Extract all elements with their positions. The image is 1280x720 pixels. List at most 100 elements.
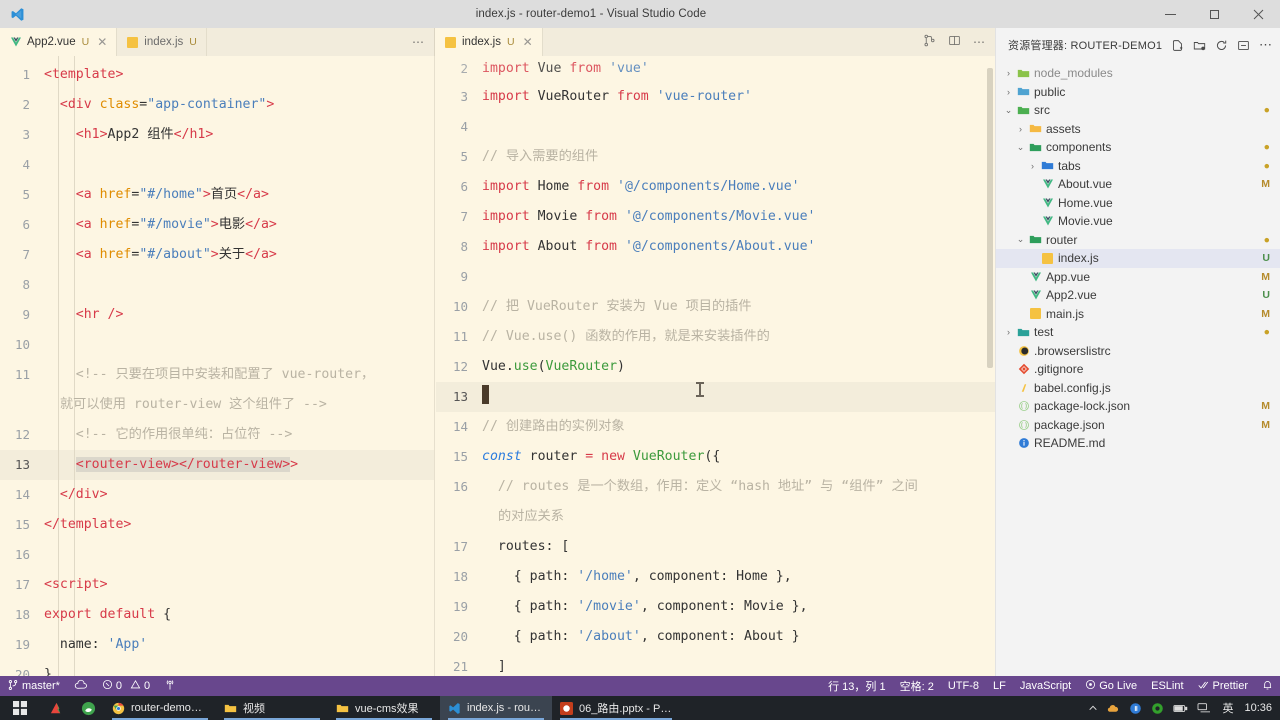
code-line[interactable]: 13 <router-view></router-view>> — [0, 450, 434, 480]
tree-item-assets[interactable]: › assets — [996, 120, 1280, 139]
tree-item-app-vue[interactable]: App.vue M — [996, 268, 1280, 287]
taskbar-app-4[interactable]: index.js - router-de... — [440, 696, 552, 720]
tree-item-public[interactable]: › public — [996, 83, 1280, 102]
code-line[interactable]: 10 // 把 VueRouter 安装为 Vue 项目的插件 — [436, 292, 995, 322]
code-line[interactable]: 6 import Home from '@/components/Home.vue… — [436, 172, 995, 202]
chevron-toggle-icon[interactable]: › — [1026, 161, 1039, 171]
code-line[interactable]: 10 — [0, 330, 434, 360]
code-line[interactable]: 6 <a href="#/movie">电影</a> — [0, 210, 434, 240]
editor-app2-vue[interactable]: 1 <template> 2 <div class="app-container">… — [0, 56, 435, 676]
code-line[interactable]: 1 <template> — [0, 60, 434, 90]
code-line[interactable]: 2 import Vue from 'vue' — [436, 60, 995, 82]
battery-icon[interactable] — [1173, 703, 1188, 714]
status-indentation[interactable]: 空格: 2 — [893, 676, 941, 696]
code-line[interactable]: 16 // routes 是一个数组，作用：定义 “hash 地址” 与 “组件… — [436, 472, 995, 532]
tab-app2-vue[interactable]: App2.vue U ✕ — [0, 28, 118, 56]
refresh-icon[interactable] — [1215, 39, 1228, 52]
code-line[interactable]: 15 const router = new VueRouter({ — [436, 442, 995, 472]
code-line[interactable]: 18 export default { — [0, 600, 434, 630]
tree-item-src[interactable]: ⌄ src ● — [996, 101, 1280, 120]
more-actions-icon[interactable]: ⋯ — [412, 35, 424, 49]
chevron-toggle-icon[interactable]: ⌄ — [1014, 234, 1027, 245]
code-line[interactable]: 20} — [0, 660, 434, 676]
code-line[interactable]: 4 — [436, 112, 995, 142]
tree-item-babel-config-js[interactable]: babel.config.js — [996, 379, 1280, 398]
tree-item-home-vue[interactable]: Home.vue — [996, 194, 1280, 213]
code-line[interactable]: 16 — [0, 540, 434, 570]
status-branch[interactable]: master* — [0, 676, 67, 696]
tree-item-movie-vue[interactable]: Movie.vue — [996, 212, 1280, 231]
tab-close-icon[interactable]: ✕ — [97, 35, 107, 49]
tree-item-app2-vue[interactable]: App2.vue U — [996, 286, 1280, 305]
code-line[interactable]: 18 { path: '/home', component: Home }, — [436, 562, 995, 592]
code-line[interactable]: 19 name: 'App' — [0, 630, 434, 660]
code-line[interactable]: 4 — [0, 150, 434, 180]
headset-icon[interactable] — [1129, 702, 1142, 715]
tree-item-main-js[interactable]: main.js M — [996, 305, 1280, 324]
taskbar-app-1[interactable]: router-demo1 - Go... — [104, 696, 216, 720]
code-line[interactable]: 11 // Vue.use() 函数的作用，就是来安装插件的 — [436, 322, 995, 352]
code-line[interactable]: 20 { path: '/about', component: About } — [436, 622, 995, 652]
code-line[interactable]: 3 <h1>App2 组件</h1> — [0, 120, 434, 150]
code-line[interactable]: 12 Vue.use(VueRouter) — [436, 352, 995, 382]
taskbar-clock[interactable]: 10:36 — [1242, 702, 1272, 714]
tab-index-js-group2[interactable]: index.js U ✕ — [435, 28, 543, 56]
code-line[interactable]: 12 <!-- 它的作用很单纯：占位符 --> — [0, 420, 434, 450]
tree-item-index-js[interactable]: index.js U — [996, 249, 1280, 268]
code-line[interactable]: 15 </template> — [0, 510, 434, 540]
tree-item-browserslistrc[interactable]: .browserslistrc — [996, 342, 1280, 361]
status-language-mode[interactable]: JavaScript — [1013, 676, 1078, 696]
chevron-toggle-icon[interactable]: ⌄ — [1014, 142, 1027, 153]
tree-item-gitignore[interactable]: .gitignore — [996, 360, 1280, 379]
chevron-toggle-icon[interactable]: ⌄ — [1002, 105, 1015, 116]
status-sync[interactable] — [67, 676, 95, 696]
tree-item-package-json[interactable]: package.json M — [996, 416, 1280, 435]
chevron-toggle-icon[interactable]: › — [1014, 124, 1027, 134]
network-icon[interactable] — [1197, 702, 1211, 714]
windows-start-icon[interactable] — [0, 701, 40, 715]
split-editor-icon[interactable] — [923, 34, 936, 50]
taskbar-pinned-icon-1[interactable] — [40, 701, 72, 716]
tree-item-package-lock-json[interactable]: package-lock.json M — [996, 397, 1280, 416]
chevron-up-icon[interactable] — [1088, 703, 1098, 713]
tree-item-components[interactable]: ⌄ components ● — [996, 138, 1280, 157]
code-line[interactable]: 17 <script> — [0, 570, 434, 600]
taskbar-app-5[interactable]: 06_路由.pptx - Pow... — [552, 696, 680, 720]
code-line[interactable]: 8 — [0, 270, 434, 300]
code-line[interactable]: 21 ] — [436, 652, 995, 676]
code-line[interactable]: 17 routes: [ — [436, 532, 995, 562]
code-line[interactable]: 2 <div class="app-container"> — [0, 90, 434, 120]
tab-index-js-group1[interactable]: index.js U — [117, 28, 207, 56]
tree-item-readme-md[interactable]: README.md — [996, 434, 1280, 453]
status-cursor-position[interactable]: 行 13，列 1 — [821, 676, 892, 696]
close-button[interactable] — [1236, 0, 1280, 28]
status-prettier[interactable]: Prettier — [1191, 676, 1255, 696]
new-folder-icon[interactable] — [1193, 39, 1206, 52]
chevron-toggle-icon[interactable]: › — [1002, 68, 1015, 78]
status-eol[interactable]: LF — [986, 676, 1013, 696]
taskbar-pinned-icon-2[interactable] — [72, 701, 104, 716]
tree-item-test[interactable]: › test ● — [996, 323, 1280, 342]
code-line[interactable]: 14 // 创建路由的实例对象 — [436, 412, 995, 442]
code-line[interactable]: 9 <hr /> — [0, 300, 434, 330]
status-go-live[interactable]: Go Live — [1078, 676, 1144, 696]
code-line[interactable]: 5 // 导入需要的组件 — [436, 142, 995, 172]
status-problems[interactable]: 0 0 — [95, 676, 157, 696]
editor-scrollbar[interactable] — [985, 56, 995, 676]
code-line[interactable]: 19 { path: '/movie', component: Movie }, — [436, 592, 995, 622]
toggle-layout-icon[interactable] — [948, 34, 961, 50]
tree-item-node-modules[interactable]: › node_modules — [996, 64, 1280, 83]
ime-indicator[interactable]: 英 — [1220, 700, 1233, 716]
code-line[interactable]: 13 — [436, 382, 995, 412]
antivirus-icon[interactable] — [1151, 702, 1164, 715]
code-line[interactable]: 14 </div> — [0, 480, 434, 510]
tab-close-icon[interactable]: ✕ — [523, 35, 533, 49]
more-actions-icon[interactable]: ⋯ — [973, 35, 985, 49]
editor-index-js[interactable]: 2 import Vue from 'vue' 3 import VueRouter … — [436, 56, 995, 676]
status-ports[interactable] — [157, 676, 183, 696]
maximize-button[interactable] — [1192, 0, 1236, 28]
chevron-toggle-icon[interactable]: › — [1002, 87, 1015, 97]
code-line[interactable]: 7 <a href="#/about">关于</a> — [0, 240, 434, 270]
status-eslint[interactable]: ESLint — [1144, 676, 1190, 696]
code-line[interactable]: 3 import VueRouter from 'vue-router' — [436, 82, 995, 112]
